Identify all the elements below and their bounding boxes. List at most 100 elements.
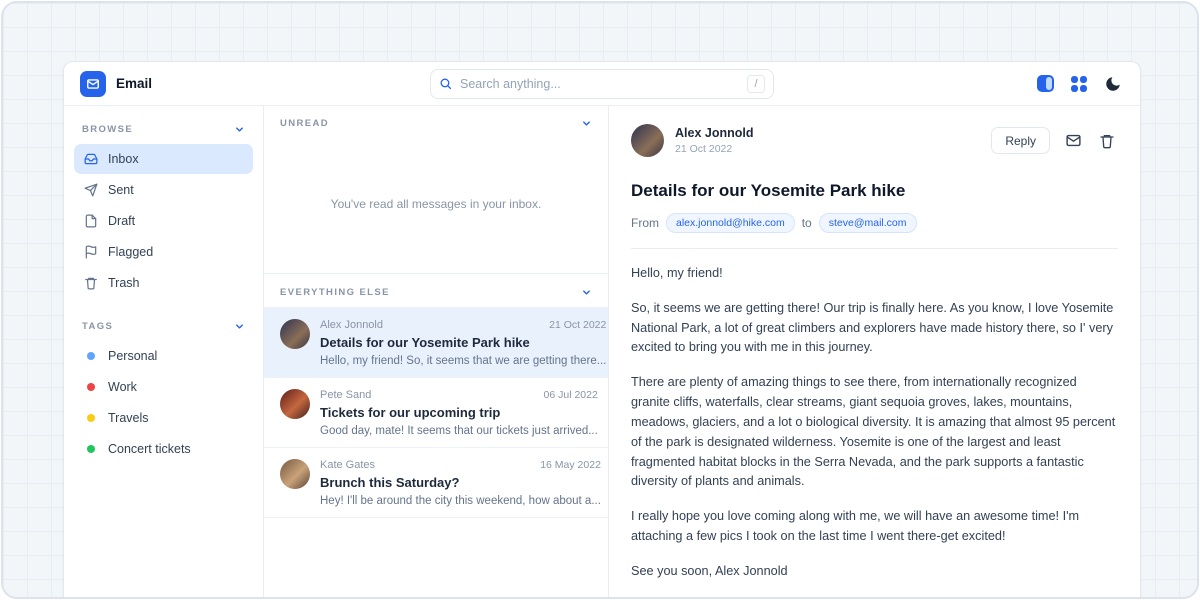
- tag-item-concert-tickets[interactable]: Concert tickets: [74, 434, 253, 464]
- divider: [631, 248, 1118, 249]
- tag-dot-icon: [87, 414, 95, 422]
- from-label: From: [631, 216, 659, 230]
- email-reader-pane: Alex Jonnold 21 Oct 2022 Reply Details f…: [609, 106, 1140, 599]
- inbox-icon: [84, 152, 98, 166]
- chevron-down-icon: [234, 321, 245, 332]
- sidebar-item-label: Inbox: [108, 152, 139, 166]
- search-area: /: [430, 69, 774, 99]
- dark-mode-toggle-button[interactable]: [1102, 73, 1124, 95]
- tag-dot-icon: [87, 445, 95, 453]
- unread-section: UNREAD You've read all messages in your …: [264, 106, 608, 274]
- app-title: Email: [116, 76, 152, 91]
- reader-actions: Reply: [991, 127, 1118, 154]
- mail-preview: Hey! I'll be around the city this weeken…: [320, 495, 601, 507]
- sidebar-item-flagged[interactable]: Flagged: [74, 237, 253, 267]
- tag-item-personal[interactable]: Personal: [74, 341, 253, 371]
- avatar: [280, 319, 310, 349]
- browse-section-header[interactable]: BROWSE: [74, 116, 253, 143]
- sidebar-item-label: Draft: [108, 214, 135, 228]
- reader-date: 21 Oct 2022: [675, 143, 753, 155]
- sidebar-item-inbox[interactable]: Inbox: [74, 144, 253, 174]
- body-paragraph: So, it seems we are getting there! Our t…: [631, 299, 1118, 358]
- mail-action-button[interactable]: [1062, 130, 1084, 152]
- tag-dot-icon: [87, 383, 95, 391]
- tag-dot-icon: [87, 352, 95, 360]
- mail-list-item[interactable]: Alex Jonnold 21 Oct 2022 Details for our…: [264, 307, 608, 378]
- desktop-background: Email /: [1, 1, 1199, 599]
- everything-else-label: EVERYTHING ELSE: [280, 287, 390, 298]
- mail-subject: Tickets for our upcoming trip: [320, 405, 598, 420]
- reader-sender-name: Alex Jonnold: [675, 126, 753, 140]
- email-subject-title: Details for our Yosemite Park hike: [631, 181, 1118, 201]
- body-paragraph: See you soon, Alex Jonnold: [631, 562, 1118, 582]
- unread-empty-message: You've read all messages in your inbox.: [264, 135, 608, 273]
- sidebar-item-label: Sent: [108, 183, 134, 197]
- tag-item-label: Personal: [108, 349, 157, 363]
- chevron-down-icon: [581, 118, 592, 129]
- mail-list-column: UNREAD You've read all messages in your …: [264, 106, 609, 599]
- mail-subject: Details for our Yosemite Park hike: [320, 335, 606, 350]
- body-paragraph: Hello, my friend!: [631, 264, 1118, 284]
- mail-list-item[interactable]: Kate Gates 16 May 2022 Brunch this Satur…: [264, 448, 608, 518]
- draft-icon: [84, 214, 98, 228]
- avatar: [631, 124, 664, 157]
- search-input[interactable]: [460, 77, 739, 91]
- sent-icon: [84, 183, 98, 197]
- email-app-window: Email /: [63, 61, 1141, 599]
- reply-button[interactable]: Reply: [991, 127, 1050, 154]
- tag-item-label: Concert tickets: [108, 442, 191, 456]
- top-bar: Email /: [64, 62, 1140, 106]
- tags-section-label: TAGS: [82, 321, 113, 332]
- chevron-down-icon: [234, 124, 245, 135]
- sidebar: BROWSE Inbox Sent Draft Flagged: [64, 106, 264, 599]
- mail-date: 06 Jul 2022: [544, 389, 598, 401]
- panel-toggle-icon: [1037, 75, 1054, 92]
- unread-section-label: UNREAD: [280, 118, 329, 129]
- trash-icon: [84, 276, 98, 290]
- from-email-chip[interactable]: alex.jonnold@hike.com: [666, 213, 795, 233]
- sidebar-item-trash[interactable]: Trash: [74, 268, 253, 298]
- unread-section-header[interactable]: UNREAD: [264, 106, 608, 135]
- avatar: [280, 389, 310, 419]
- apps-grid-icon: [1071, 76, 1087, 92]
- apps-grid-button[interactable]: [1068, 73, 1090, 95]
- to-label: to: [802, 216, 812, 230]
- tags-section-header[interactable]: TAGS: [74, 313, 253, 340]
- search-bar[interactable]: /: [430, 69, 774, 99]
- to-email-chip[interactable]: steve@mail.com: [819, 213, 917, 233]
- main-content: BROWSE Inbox Sent Draft Flagged: [64, 106, 1140, 599]
- search-icon: [439, 77, 452, 90]
- body-paragraph: There are plenty of amazing things to se…: [631, 373, 1118, 492]
- mail-list-item[interactable]: Pete Sand 06 Jul 2022 Tickets for our up…: [264, 378, 608, 448]
- delete-email-button[interactable]: [1096, 130, 1118, 152]
- mail-sender: Alex Jonnold: [320, 319, 383, 331]
- chevron-down-icon: [581, 287, 592, 298]
- panel-toggle-button[interactable]: [1034, 73, 1056, 95]
- envelope-icon: [1065, 132, 1082, 149]
- flag-icon: [84, 245, 98, 259]
- email-body: Hello, my friend! So, it seems we are ge…: [631, 264, 1118, 582]
- reader-header: Alex Jonnold 21 Oct 2022 Reply: [631, 124, 1118, 157]
- tag-item-label: Work: [108, 380, 137, 394]
- avatar: [280, 459, 310, 489]
- moon-icon: [1104, 75, 1122, 93]
- sidebar-item-sent[interactable]: Sent: [74, 175, 253, 205]
- mail-date: 16 May 2022: [540, 459, 601, 471]
- tag-item-label: Travels: [108, 411, 149, 425]
- sidebar-item-label: Flagged: [108, 245, 153, 259]
- envelope-logo-icon: [86, 77, 100, 91]
- everything-else-section-header[interactable]: EVERYTHING ELSE: [264, 274, 608, 307]
- mail-sender: Kate Gates: [320, 459, 375, 471]
- sidebar-item-draft[interactable]: Draft: [74, 206, 253, 236]
- tag-item-travels[interactable]: Travels: [74, 403, 253, 433]
- sidebar-item-label: Trash: [108, 276, 140, 290]
- brand: Email: [80, 71, 152, 97]
- from-to-row: From alex.jonnold@hike.com to steve@mail…: [631, 213, 1118, 233]
- body-paragraph: I really hope you love coming along with…: [631, 507, 1118, 547]
- tag-item-work[interactable]: Work: [74, 372, 253, 402]
- mail-preview: Hello, my friend! So, it seems that we a…: [320, 355, 606, 367]
- mail-preview: Good day, mate! It seems that our ticket…: [320, 425, 598, 437]
- mail-date: 21 Oct 2022: [549, 319, 606, 331]
- mail-subject: Brunch this Saturday?: [320, 475, 601, 490]
- divider: [631, 597, 1118, 598]
